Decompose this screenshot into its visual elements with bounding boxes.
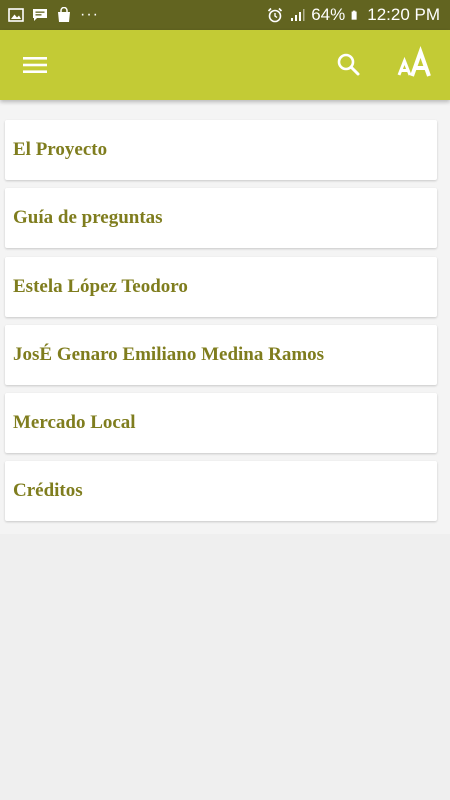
list-item-guia-de-preguntas[interactable]: Guía de preguntas [5,188,437,249]
list-item-label: Guía de preguntas [13,207,163,229]
app-bar [0,30,450,100]
status-bar: ··· 64% 12:20 PM [0,0,450,30]
list-item-label: JosÉ Genaro Emiliano Medina Ramos [13,343,325,365]
clock-time: 12:20 PM [367,5,440,24]
image-icon [8,8,24,22]
list-item-label: Estela López Teodoro [13,275,188,297]
menu-icon [23,57,47,73]
list-item-label: Créditos [13,480,83,502]
message-icon [33,9,47,21]
list-item-creditos[interactable]: Créditos [5,461,437,522]
list-item-mercado-local[interactable]: Mercado Local [5,393,437,454]
alarm-icon [268,7,283,23]
shopping-bag-icon [58,7,70,22]
search-button[interactable] [334,50,364,80]
more-notifications: ··· [80,6,99,23]
list-item-jose-genaro-medina-ramos[interactable]: JosÉ Genaro Emiliano Medina Ramos [5,324,437,385]
font-size-button[interactable] [396,46,436,82]
menu-button[interactable] [18,51,52,79]
status-bar-left: ··· [8,7,107,23]
list-item-el-proyecto[interactable]: El Proyecto [5,120,437,180]
battery-icon [351,10,357,20]
search-icon [337,53,360,76]
font-size-icon [397,46,431,77]
signal-icon [291,9,305,21]
list-item-label: Mercado Local [13,412,136,434]
status-bar-right: 64% 12:20 PM [261,5,440,25]
menu-list: El Proyecto Guía de preguntas Estela Lóp… [5,120,437,530]
list-item-estela-lopez-teodoro[interactable]: Estela López Teodoro [5,256,437,317]
battery-percent: 64% [311,5,346,24]
list-item-label: El Proyecto [13,139,108,160]
